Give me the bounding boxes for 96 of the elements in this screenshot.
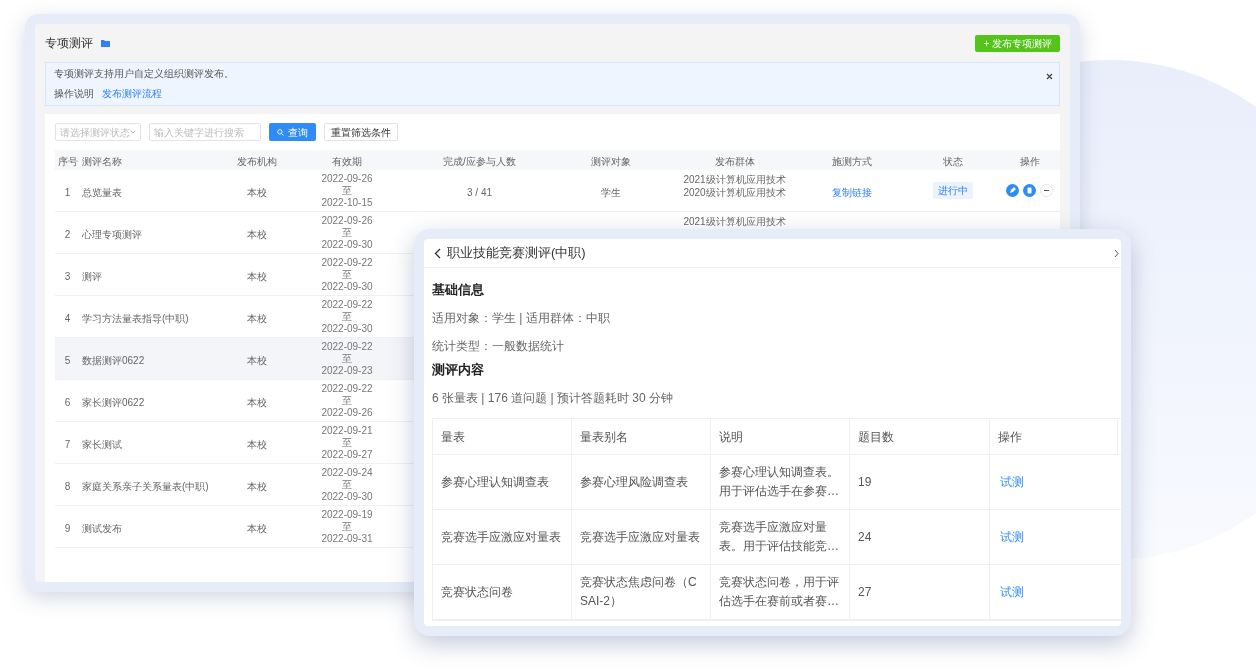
table-cell: 2022-09-30	[321, 238, 373, 251]
table-cell: 本校	[247, 186, 267, 198]
table-cell: 本校	[247, 480, 267, 492]
column-header: 说明	[719, 428, 743, 446]
column-header: 题目数	[858, 428, 894, 446]
table-cell: 总览量表	[82, 186, 122, 198]
table-cell: 本校	[247, 438, 267, 450]
table-cell: 2022-09-21	[321, 424, 373, 437]
table-cell: 本校	[247, 522, 267, 534]
table-cell: 本校	[247, 270, 267, 282]
table-cell: 学生	[601, 186, 621, 198]
table-cell: 3	[64, 270, 71, 282]
table-cell: 2020级计算机应用技术	[683, 186, 786, 199]
info-text: 6 张量表 | 176 道问题 | 预计答题耗时 30 分钟	[432, 391, 674, 406]
table-cell: 至	[342, 394, 352, 407]
column-header: 测评名称	[82, 156, 122, 167]
table-cell: 测评	[82, 270, 102, 282]
table-cell: 2022-09-24	[321, 466, 373, 479]
table-cell-text: 27	[858, 583, 872, 601]
table-cell: 2022-09-26	[321, 406, 373, 419]
table-cell: 家长测评0622	[82, 396, 145, 408]
table-cell: 至	[342, 310, 352, 323]
table-cell: 心理专项测评	[82, 228, 142, 240]
table-cell: 8	[64, 480, 71, 492]
column-header: 发布机构	[237, 156, 277, 167]
table-cell: 家庭关系亲子关系量表(中职)	[82, 480, 209, 492]
table-cell: 2022-09-22	[321, 382, 373, 395]
section-heading: 基础信息	[432, 282, 485, 298]
table-cell: 测试发布	[82, 522, 122, 534]
table-cell: 至	[342, 520, 352, 533]
column-header: 状态	[943, 156, 963, 167]
table-cell: 2022-09-30	[321, 490, 373, 503]
table-cell: 2022-10-15	[321, 196, 373, 209]
table-cell: 2022-09-30	[321, 280, 373, 293]
table-cell: 学习方法量表指导(中职)	[82, 312, 189, 324]
table-cell-text: 24	[858, 528, 872, 546]
table-cell: 4	[64, 312, 71, 324]
page-title: 专项测评	[45, 35, 93, 52]
table-cell: 2022-09-22	[321, 340, 373, 353]
column-header: 操作	[1019, 156, 1040, 167]
column-header: 操作	[998, 428, 1022, 446]
column-header: 测评对象	[591, 156, 631, 167]
table-cell: 1	[64, 186, 71, 198]
table-cell-text: 参赛心理认知调查表。用于评估选手在参赛…	[719, 464, 840, 500]
table-cell: 本校	[247, 354, 267, 366]
info-text: 统计类型：一般数据统计	[432, 339, 565, 354]
table-cell: 2022-09-26	[321, 172, 373, 185]
table-cell: 2022-09-31	[321, 532, 373, 545]
column-header: 完成/应参与人数	[443, 156, 516, 167]
table-cell: 本校	[247, 228, 267, 240]
info-text: 适用对象：学生 | 适用群体：中职	[432, 311, 611, 326]
table-cell: 数据测评0622	[82, 354, 145, 366]
column-header: 序号	[57, 156, 78, 167]
table-cell: 至	[342, 478, 352, 491]
table-cell: 2022-09-30	[321, 322, 373, 335]
table-cell-text: 竞赛状态焦虑问卷（CSAI-2）	[580, 574, 698, 610]
table-cell: 至	[342, 352, 352, 365]
table-cell: 至	[342, 226, 352, 239]
table-cell: 2022-09-27	[321, 448, 373, 461]
table-cell: 2022-09-23	[321, 364, 373, 377]
table-cell: 2021级计算机应用技术	[683, 215, 786, 228]
column-header: 施测方式	[832, 156, 872, 167]
table-cell: 2022-09-19	[321, 508, 373, 521]
table-cell: 家长测试	[82, 438, 122, 450]
column-header: 有效期	[332, 156, 362, 167]
table-cell: 2	[64, 228, 71, 240]
table-cell-text: 竞赛状态问卷	[441, 583, 513, 601]
banner-text: 专项测评支持用户自定义组织测评发布。	[54, 67, 234, 81]
table-cell: 至	[342, 436, 352, 449]
table-cell: 6	[64, 396, 71, 408]
table-cell: 2022-09-26	[321, 214, 373, 227]
table-cell: 2022-09-22	[321, 256, 373, 269]
table-cell: 至	[342, 268, 352, 281]
table-cell-text: 19	[858, 473, 872, 491]
status-tag: 进行中	[933, 182, 973, 199]
table-cell: 2022-09-22	[321, 298, 373, 311]
table-cell: 2021级计算机应用技术	[683, 173, 786, 186]
column-header: 发布群体	[714, 156, 755, 167]
table-cell: 本校	[247, 396, 267, 408]
table-cell: 3 / 41	[467, 186, 492, 198]
panel-title: 职业技能竞赛测评(中职)	[447, 244, 586, 263]
table-cell-text: 竞赛选手应激应对量表	[580, 528, 700, 546]
table-cell: 本校	[247, 312, 267, 324]
column-header: 量表别名	[580, 428, 628, 446]
table-cell: 7	[64, 438, 71, 450]
table-cell-text: 竞赛选手应激应对量表	[441, 528, 561, 546]
help-label: 操作说明	[54, 87, 94, 101]
table-cell: 9	[64, 522, 71, 534]
section-heading: 测评内容	[432, 362, 485, 378]
table-cell-text: 竞赛选手应激应对量表。用于评估技能竞…	[719, 519, 840, 555]
table-cell: 至	[342, 184, 352, 197]
table-cell-text: 参赛心理认知调查表	[441, 473, 549, 491]
table-cell: 5	[64, 354, 71, 366]
table-cell-text: 参赛心理风险调查表	[580, 473, 688, 491]
table-cell-text: 竞赛状态问卷，用于评估选手在赛前或者赛…	[719, 574, 840, 610]
column-header: 量表	[441, 428, 465, 446]
